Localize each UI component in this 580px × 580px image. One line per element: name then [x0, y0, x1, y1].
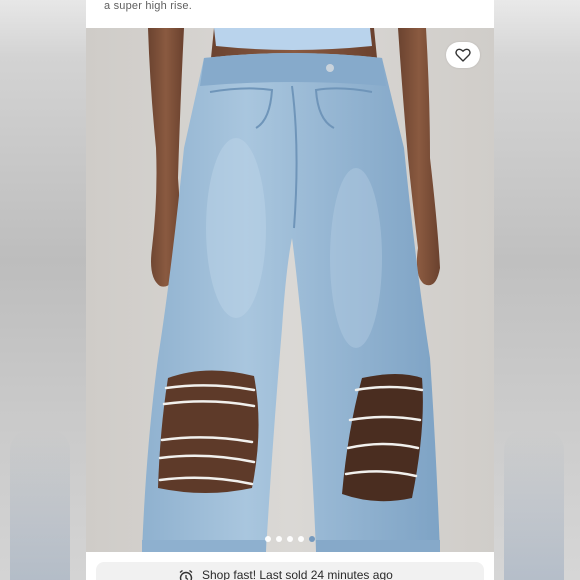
urgency-text: Shop fast! Last sold 24 minutes ago [202, 568, 393, 580]
carousel-dots [86, 536, 494, 542]
urgency-banner: Shop fast! Last sold 24 minutes ago [86, 552, 494, 580]
alarm-clock-icon [179, 569, 193, 580]
blur-leg-shape [10, 430, 70, 580]
description-snippet: a super high rise. [86, 0, 494, 28]
heart-outline-icon [455, 48, 471, 62]
background-blur-left [0, 0, 86, 580]
carousel-dot[interactable] [265, 536, 271, 542]
like-button[interactable] [446, 42, 480, 68]
listing-card: a super high rise. Shop fast! Last sold … [86, 0, 494, 580]
description-text: a super high rise. [104, 0, 192, 12]
carousel-dot[interactable] [287, 536, 293, 542]
product-photo [86, 28, 494, 552]
carousel-dot[interactable] [276, 536, 282, 542]
carousel-dot[interactable] [298, 536, 304, 542]
blur-leg-shape [504, 430, 564, 580]
product-photo-carousel[interactable] [86, 28, 494, 552]
background-blur-right [494, 0, 580, 580]
carousel-dot-active[interactable] [309, 536, 315, 542]
